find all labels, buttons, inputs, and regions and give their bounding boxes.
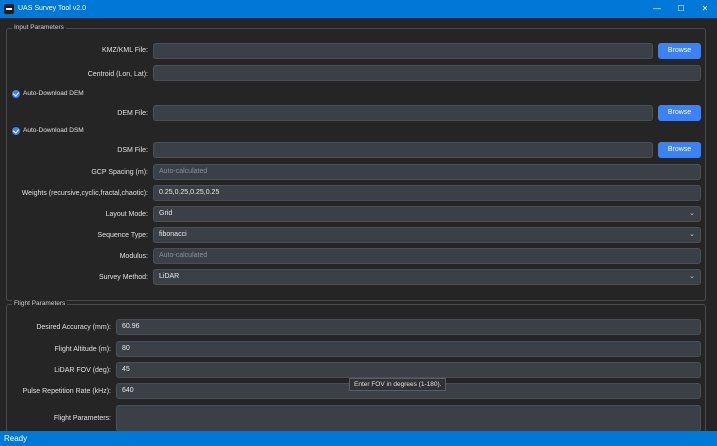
status-text: Ready [4,434,28,443]
weights-input[interactable]: 0.25,0.25,0.25,0.25 [153,185,701,201]
layout-mode-label: Layout Mode: [105,211,148,218]
sequence-type-label: Sequence Type: [97,232,148,239]
dsm-file-label: DSM File: [117,147,148,154]
auto-download-dem-label: Auto-Download DEM [23,90,84,97]
flight-parameters-group: Flight Parameters Desired Accuracy (mm):… [6,300,706,444]
auto-download-dsm-checkbox[interactable]: Auto-Download DSM [12,127,112,137]
pulse-repetition-rate-label: Pulse Repetition Rate (kHz): [22,388,111,395]
auto-download-dem-checkbox[interactable]: Auto-Download DEM [12,90,112,100]
flight-altitude-input[interactable]: 80 [116,341,701,357]
flight-parameters-output-label: Flight Parameters: [53,415,111,422]
flight-parameters-output[interactable] [116,405,701,432]
flight-parameters-title: Flight Parameters [12,300,68,307]
chevron-down-icon: ⌄ [689,210,695,217]
status-bar: Ready [0,431,717,446]
dem-browse-button[interactable]: Browse [658,105,701,121]
desired-accuracy-input[interactable]: 60.96 [116,319,701,335]
survey-method-value: LiDAR [159,273,180,280]
check-icon [12,90,20,98]
fov-tooltip: Enter FOV in degrees (1-180). [349,378,447,391]
centroid-label: Centroid (Lon, Lat): [87,71,148,78]
gcp-spacing-input[interactable]: Auto-calculated [153,164,701,180]
gcp-spacing-label: GCP Spacing (m): [91,169,148,176]
flight-altitude-label: Flight Altitude (m): [54,346,111,353]
input-parameters-title: Input Parameters [12,24,66,31]
window-title: UAS Survey Tool v2.0 [18,5,86,12]
chevron-down-icon: ⌄ [689,231,695,238]
dsm-browse-button[interactable]: Browse [658,142,701,158]
modulus-label: Modulus: [119,253,148,260]
dem-file-input[interactable] [153,105,653,121]
check-icon [12,127,20,135]
modulus-input[interactable]: Auto-calculated [153,248,701,264]
input-parameters-group: Input Parameters KMZ/KML File: Browse Ce… [6,24,706,301]
close-button[interactable]: ✕ [694,0,716,18]
kmz-file-label: KMZ/KML File: [101,47,148,54]
kmz-browse-button[interactable]: Browse [658,43,701,59]
kmz-file-input[interactable] [153,43,653,59]
sequence-type-select[interactable]: fibonacci ⌄ [153,227,701,243]
dem-file-label: DEM File: [117,110,148,117]
weights-label: Weights (recursive,cyclic,fractal,chaoti… [21,190,148,197]
sequence-type-value: fibonacci [159,231,187,238]
lidar-fov-label: LiDAR FOV (deg): [54,367,111,374]
chevron-down-icon: ⌄ [689,273,695,280]
app-icon [4,4,14,14]
centroid-input[interactable] [153,65,701,81]
title-bar[interactable]: UAS Survey Tool v2.0 — ☐ ✕ [0,0,717,18]
desired-accuracy-label: Desired Accuracy (mm): [36,324,111,331]
survey-method-label: Survey Method: [98,274,148,281]
dsm-file-input[interactable] [153,142,653,158]
lidar-fov-input[interactable]: 45 [116,362,701,378]
survey-method-select[interactable]: LiDAR ⌄ [153,269,701,285]
main-content: Input Parameters KMZ/KML File: Browse Ce… [0,18,717,444]
layout-mode-select[interactable]: Grid ⌄ [153,206,701,222]
maximize-button[interactable]: ☐ [670,0,692,18]
minimize-button[interactable]: — [646,0,668,18]
layout-mode-value: Grid [159,210,173,217]
auto-download-dsm-label: Auto-Download DSM [23,127,84,134]
